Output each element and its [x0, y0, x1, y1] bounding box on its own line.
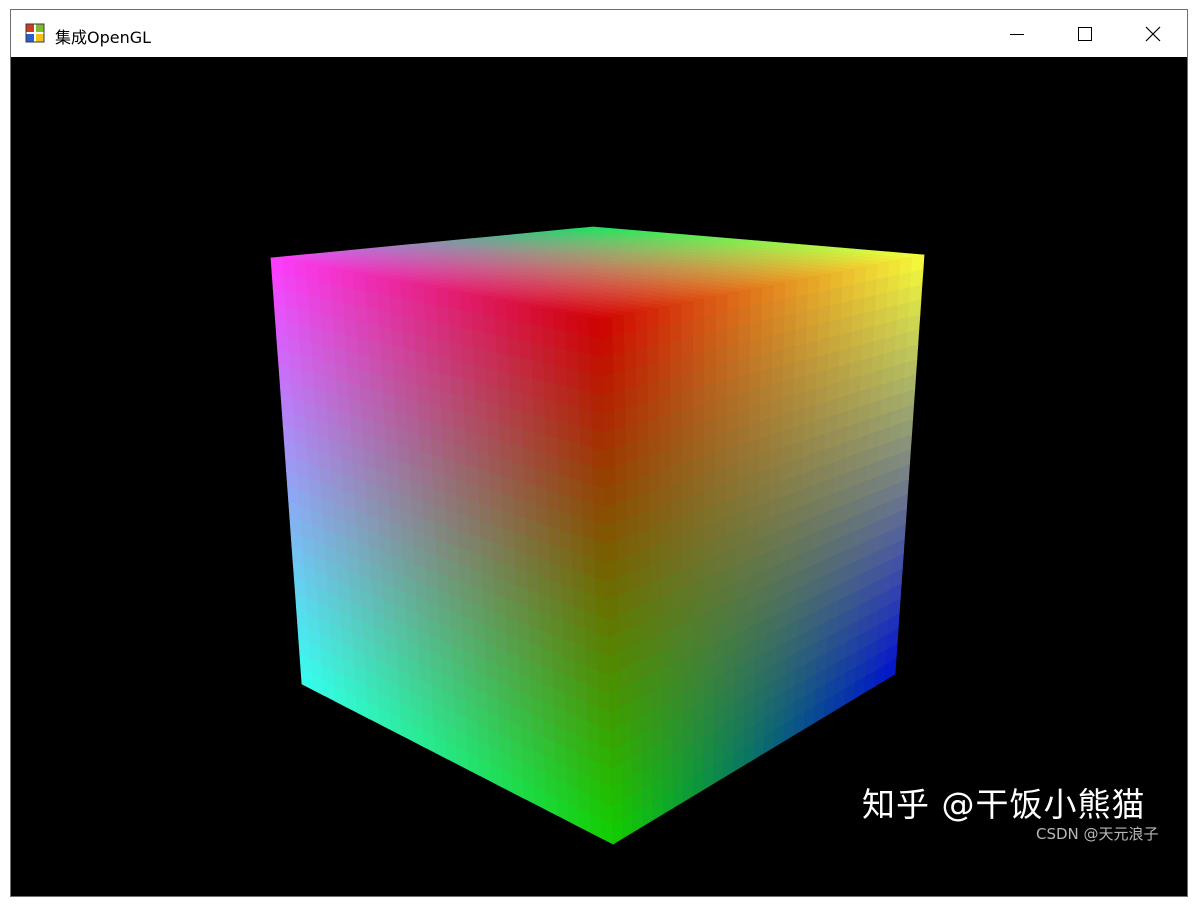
csdn-watermark: CSDN @天元浪子	[1036, 825, 1159, 843]
cube-right-face	[600, 254, 925, 845]
close-button[interactable]	[1119, 10, 1187, 57]
maximize-icon	[1078, 26, 1092, 41]
zhihu-watermark: 知乎 @干饭小熊猫	[862, 785, 1146, 824]
minimize-button[interactable]	[983, 10, 1051, 57]
cube-left-face	[270, 257, 614, 845]
rgb-color-cube	[270, 226, 925, 845]
close-icon	[1145, 26, 1161, 41]
title-bar[interactable]: 集成OpenGL	[11, 10, 1187, 57]
opengl-viewport[interactable]	[11, 57, 1187, 896]
app-window: 集成OpenGL	[10, 9, 1188, 897]
opengl-app-icon	[25, 23, 45, 43]
window-title: 集成OpenGL	[55, 28, 152, 47]
minimize-icon	[1010, 33, 1024, 35]
maximize-button[interactable]	[1051, 10, 1119, 57]
